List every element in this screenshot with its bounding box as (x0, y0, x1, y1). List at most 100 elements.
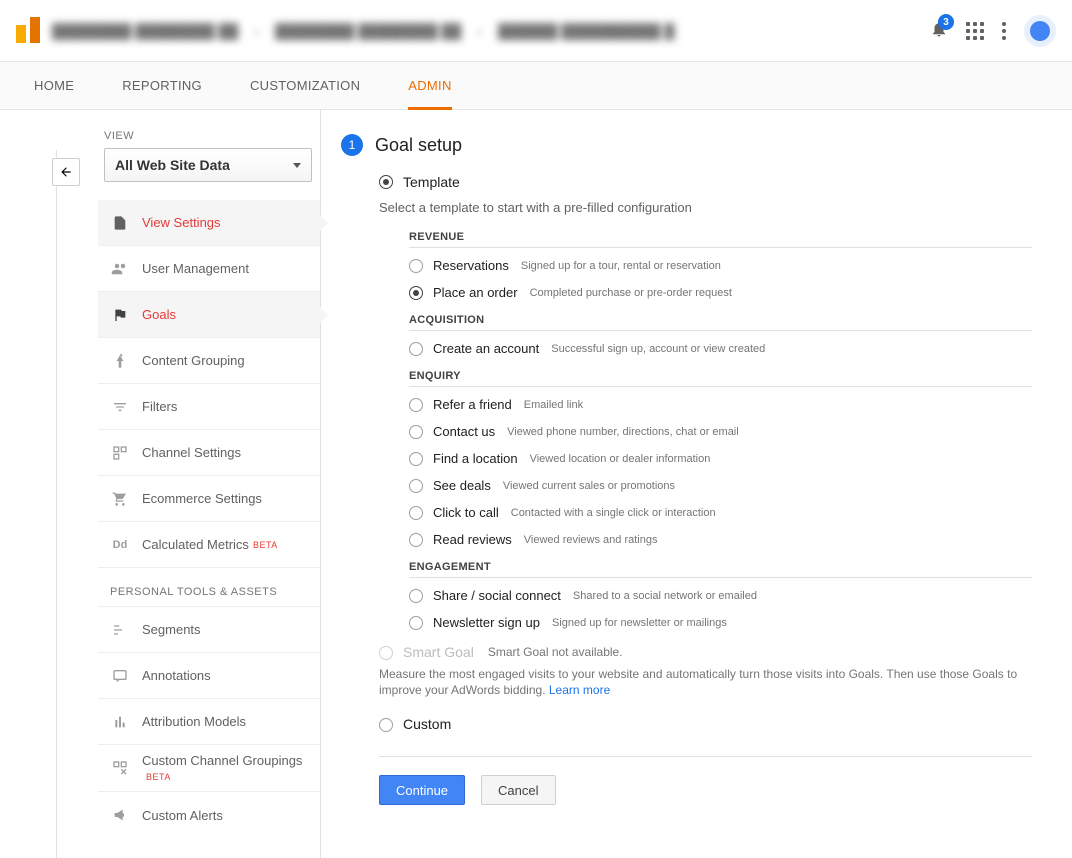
view-label: VIEW (104, 130, 320, 142)
template-option[interactable]: Share / social connect Shared to a social… (409, 588, 1032, 603)
flag-icon (110, 305, 130, 325)
back-button[interactable] (52, 158, 80, 186)
view-selector-label: All Web Site Data (115, 157, 230, 173)
learn-more-link[interactable]: Learn more (549, 683, 610, 697)
tab-reporting[interactable]: REPORTING (122, 62, 202, 109)
custom-label: Custom (403, 716, 451, 732)
grouping-icon (110, 351, 130, 371)
radio-option[interactable] (409, 589, 423, 603)
option-desc: Signed up for newsletter or mailings (552, 617, 727, 629)
nav-custom-alerts[interactable]: Custom Alerts (98, 792, 320, 838)
nav-view-settings[interactable]: View Settings (98, 200, 320, 246)
template-option[interactable]: Newsletter sign up Signed up for newslett… (409, 615, 1032, 630)
radio-option[interactable] (409, 479, 423, 493)
view-selector[interactable]: All Web Site Data (104, 148, 312, 182)
document-icon (110, 213, 130, 233)
smart-goal-description: Measure the most engaged visits to your … (379, 666, 1032, 698)
app-header: ████████ ████████ ██› ████████ ████████ … (0, 0, 1072, 62)
radio-option[interactable] (409, 452, 423, 466)
megaphone-icon (110, 805, 130, 825)
radio-option[interactable] (409, 425, 423, 439)
nav-goals[interactable]: Goals (98, 292, 320, 338)
ga-logo-icon (16, 19, 40, 43)
option-label: Newsletter sign up (433, 615, 540, 630)
beta-badge: BETA (146, 772, 171, 782)
option-desc: Viewed reviews and ratings (524, 534, 658, 546)
personal-tools-label: PERSONAL TOOLS & ASSETS (98, 568, 320, 607)
radio-option[interactable] (409, 286, 423, 300)
radio-custom[interactable] (379, 718, 393, 732)
template-hint: Select a template to start with a pre-fi… (379, 200, 1032, 215)
template-option[interactable]: Reservations Signed up for a tour, rental… (409, 258, 1032, 273)
option-desc: Shared to a social network or emailed (573, 590, 757, 602)
step-title: Goal setup (375, 135, 462, 156)
tab-admin[interactable]: ADMIN (408, 62, 451, 109)
nav-annotations[interactable]: Annotations (98, 653, 320, 699)
template-option[interactable]: Contact us Viewed phone number, direction… (409, 424, 1032, 439)
template-option[interactable]: Read reviewsViewed reviews and ratings (409, 532, 1032, 547)
option-label: Contact us (433, 424, 495, 439)
nav-content-grouping[interactable]: Content Grouping (98, 338, 320, 384)
option-desc: Contacted with a single click or interac… (511, 507, 716, 519)
template-label: Template (403, 174, 460, 190)
segments-icon (110, 620, 130, 640)
option-desc: Viewed phone number, directions, chat or… (507, 426, 739, 438)
template-group-title: REVENUE (409, 231, 1032, 248)
nav-filters[interactable]: Filters (98, 384, 320, 430)
radio-option[interactable] (409, 616, 423, 630)
option-desc: Completed purchase or pre-order request (530, 287, 732, 299)
beta-badge: BETA (253, 540, 278, 550)
template-option[interactable]: Create an account Successful sign up, acc… (409, 341, 1032, 356)
option-desc: Emailed link (524, 399, 583, 411)
bars-icon (110, 712, 130, 732)
breadcrumb: ████████ ████████ ██› ████████ ████████ … (52, 23, 930, 39)
radio-template[interactable] (379, 175, 393, 189)
filter-icon (110, 397, 130, 417)
nav-custom-channel-groupings[interactable]: Custom Channel Groupings BETA (98, 745, 320, 792)
nav-calculated-metrics[interactable]: Dd Calculated Metrics BETA (98, 522, 320, 568)
template-option[interactable]: See dealsViewed current sales or promoti… (409, 478, 1032, 493)
radio-option[interactable] (409, 342, 423, 356)
step-number: 1 (341, 134, 363, 156)
tab-customization[interactable]: CUSTOMIZATION (250, 62, 360, 109)
option-desc: Signed up for a tour, rental or reservat… (521, 260, 721, 272)
channel-icon (110, 443, 130, 463)
radio-option[interactable] (409, 259, 423, 273)
radio-option[interactable] (409, 506, 423, 520)
nav-ecommerce-settings[interactable]: Ecommerce Settings (98, 476, 320, 522)
nav-channel-settings[interactable]: Channel Settings (98, 430, 320, 476)
option-label: Create an account (433, 341, 539, 356)
more-icon[interactable] (1002, 22, 1006, 40)
template-option[interactable]: Place an order Completed purchase or pre-… (409, 285, 1032, 300)
nav-segments[interactable]: Segments (98, 607, 320, 653)
radio-option[interactable] (409, 398, 423, 412)
option-desc: Successful sign up, account or view crea… (551, 343, 765, 355)
apps-icon[interactable] (966, 22, 984, 40)
template-option[interactable]: Refer a friend Emailed link (409, 397, 1032, 412)
main-tabs: HOME REPORTING CUSTOMIZATION ADMIN (0, 62, 1072, 110)
custom-channel-icon (110, 758, 130, 778)
tab-home[interactable]: HOME (34, 62, 74, 109)
cancel-button[interactable]: Cancel (481, 775, 555, 805)
option-desc: Viewed current sales or promotions (503, 480, 675, 492)
template-group-title: ENGAGEMENT (409, 561, 1032, 578)
option-label: Place an order (433, 285, 518, 300)
continue-button[interactable]: Continue (379, 775, 465, 805)
option-label: Click to call (433, 505, 499, 520)
option-label: Reservations (433, 258, 509, 273)
option-label: Refer a friend (433, 397, 512, 412)
option-label: Share / social connect (433, 588, 561, 603)
nav-user-management[interactable]: User Management (98, 246, 320, 292)
template-option[interactable]: Find a locationViewed location or dealer… (409, 451, 1032, 466)
radio-option[interactable] (409, 533, 423, 547)
template-option[interactable]: Click to call Contacted with a single cli… (409, 505, 1032, 520)
smart-goal-label: Smart Goal (403, 644, 474, 660)
option-desc: Viewed location or dealer information (530, 453, 711, 465)
nav-attribution-models[interactable]: Attribution Models (98, 699, 320, 745)
cart-icon (110, 489, 130, 509)
sidebar: VIEW All Web Site Data View Settings Use… (0, 110, 320, 858)
user-avatar[interactable] (1024, 15, 1056, 47)
users-icon (110, 259, 130, 279)
notifications-icon[interactable]: 3 (930, 20, 948, 41)
radio-smart-goal (379, 646, 393, 660)
